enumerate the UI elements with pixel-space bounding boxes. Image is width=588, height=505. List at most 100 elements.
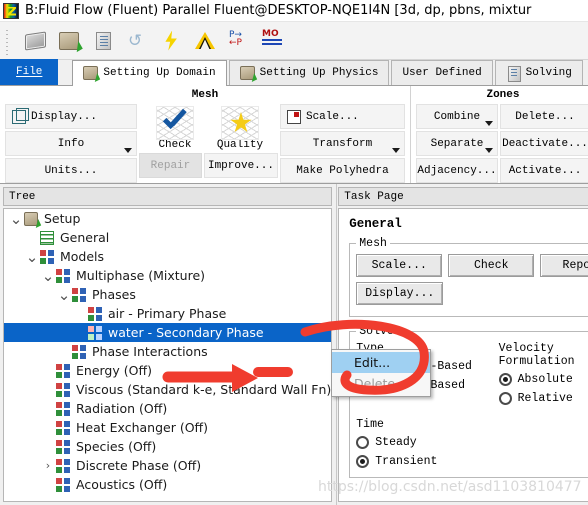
setup-icon (24, 211, 38, 226)
context-menu-item-delete: Delete (354, 376, 396, 391)
mesh-check-label: Check (158, 139, 192, 151)
zones-deactivate-button[interactable]: Deactivate... (500, 131, 588, 156)
report-quality-button[interactable]: Report (540, 254, 588, 277)
tree-node-label: Viscous (Standard k-e, Standard Wall Fn) (76, 382, 332, 397)
write-case-icon[interactable] (86, 26, 120, 56)
mesh-make-polyhedra-button[interactable]: Make Polyhedra (279, 158, 405, 183)
window-title: B:Fluid Flow (Fluent) Parallel Fluent@DE… (25, 3, 532, 18)
zones-adjacency-label: Adjacency... (417, 164, 497, 177)
parallel-icon[interactable] (222, 26, 256, 56)
tab-setting-up-domain[interactable]: Setting Up Domain (72, 60, 227, 86)
tree-node[interactable]: ⌄ Phases (4, 285, 331, 304)
zones-deactivate-label: Deactivate... (502, 137, 588, 150)
display-button[interactable]: Display... (356, 282, 444, 305)
models-icon (56, 458, 70, 473)
mesh-make-polyhedra-label: Make Polyhedra (296, 164, 389, 177)
context-menu-item-edit[interactable]: Edit... (332, 352, 430, 373)
zones-combine-button[interactable]: Combine (416, 104, 498, 129)
mesh-repair-button: Repair (138, 153, 202, 178)
tree-node[interactable]: Acoustics (Off) (4, 475, 331, 494)
tree-node[interactable]: ⌄ Setup (4, 209, 331, 228)
chevron-down-icon[interactable] (392, 148, 400, 153)
mesh-check-button[interactable]: Check (138, 103, 212, 152)
velocity-relative-label: Relative (517, 392, 573, 405)
tree-node-label: General (60, 230, 110, 245)
tree-node-label: Setup (44, 211, 81, 226)
chevron-down-icon[interactable]: ⌄ (40, 268, 56, 283)
tree-node[interactable]: Viscous (Standard k-e, Standard Wall Fn) (4, 380, 331, 399)
zones-adjacency-button[interactable]: Adjacency... (416, 158, 498, 183)
velocity-absolute-row[interactable]: Absolute (498, 370, 588, 389)
ribbon-group-zones-title: Zones (486, 89, 520, 101)
chevron-down-icon[interactable]: ⌄ (56, 287, 72, 302)
mesh-quality-label: Quality (216, 139, 264, 151)
mesh-transform-button[interactable]: Transform (279, 131, 405, 156)
scale-button[interactable]: Scale... (356, 254, 443, 277)
mesh-improve-button[interactable]: Improve... (203, 153, 278, 178)
mesh-scale-button[interactable]: Scale... (279, 104, 405, 129)
time-steady-row[interactable]: Steady (356, 433, 588, 452)
refresh-icon[interactable]: ↺ (120, 26, 154, 56)
chevron-down-icon[interactable] (485, 121, 493, 126)
chevron-down-icon[interactable] (123, 148, 132, 153)
chevron-right-icon[interactable]: › (40, 459, 56, 472)
chevron-down-icon[interactable] (485, 148, 493, 153)
chevron-down-icon[interactable]: ⌄ (8, 211, 24, 226)
mesh-display-button[interactable]: Display... (5, 104, 137, 129)
tab-file[interactable]: File (0, 59, 59, 85)
zones-delete-button[interactable]: Delete... (500, 104, 588, 129)
tree-node[interactable]: Phase Interactions (4, 342, 331, 361)
velocity-relative-row[interactable]: Relative (498, 389, 588, 408)
mesh-units-label: Units... (44, 164, 98, 177)
tree-node[interactable]: Species (Off) (4, 437, 331, 456)
mesh-quality-button[interactable]: Quality (203, 103, 277, 152)
radio-relative[interactable] (498, 392, 512, 405)
tree-node[interactable]: Radiation (Off) (4, 399, 331, 418)
zones-separate-button[interactable]: Separate (416, 131, 498, 156)
mesh-info-label: Info (57, 137, 85, 150)
tree-node[interactable]: Energy (Off) (4, 361, 331, 380)
time-label: Time (356, 418, 384, 431)
tree-node-label: Heat Exchanger (Off) (76, 420, 209, 435)
tree-node[interactable]: water - Secondary Phase (4, 323, 332, 342)
monitor-icon[interactable] (256, 26, 290, 56)
zones-combine-label: Combine (433, 110, 481, 123)
tree-node[interactable]: Heat Exchanger (Off) (4, 418, 331, 437)
toolbar-drag-handle[interactable] (4, 26, 12, 55)
check-button[interactable]: Check (448, 254, 535, 277)
models-icon (72, 344, 86, 359)
radio-transient[interactable] (356, 455, 370, 468)
tab-file-label: File (16, 66, 43, 78)
tree-panel: Tree ⌄ Setup General ⌄ Models ⌄ Multiphase (Mi… (0, 184, 336, 505)
tree-node[interactable]: air - Primary Phase (4, 304, 331, 323)
zones-activate-button[interactable]: Activate... (500, 158, 588, 183)
mesh-info-button[interactable]: Info (5, 131, 137, 156)
ansys-logo-icon[interactable] (188, 26, 222, 56)
tree-node[interactable]: ⌄ Multiphase (Mixture) (4, 266, 331, 285)
main-panels: Tree ⌄ Setup General ⌄ Models ⌄ Multiphase (Mi… (0, 184, 588, 505)
mesh-repair-label: Repair (150, 159, 191, 172)
tab-setting-up-physics[interactable]: Setting Up Physics (228, 60, 390, 85)
tree-node-label: Phase Interactions (92, 344, 208, 359)
time-transient-row[interactable]: Transient (356, 452, 588, 471)
radio-steady[interactable] (356, 436, 370, 449)
mesh-transform-label: Transform (312, 137, 373, 150)
tab-solving[interactable]: Solving (494, 60, 583, 85)
tree-panel-body[interactable]: ⌄ Setup General ⌄ Models ⌄ Multiphase (Mixture… (3, 208, 333, 502)
tree-node-label: Radiation (Off) (76, 401, 168, 416)
tab-solving-label: Solving (525, 67, 572, 79)
models-icon (88, 306, 102, 321)
tree-list: ⌄ Setup General ⌄ Models ⌄ Multiphase (Mixture… (4, 209, 332, 494)
tree-node[interactable]: › Discrete Phase (Off) (4, 456, 331, 475)
tab-user-defined[interactable]: User Defined (391, 60, 493, 85)
task-page-title: General (349, 217, 402, 231)
case-icon (239, 66, 255, 80)
tree-node[interactable]: ⌄ Models (4, 247, 331, 266)
tree-node[interactable]: General (4, 228, 331, 247)
read-case-icon[interactable] (52, 26, 86, 56)
read-mesh-icon[interactable] (18, 26, 52, 56)
initialize-icon[interactable] (154, 26, 188, 56)
chevron-down-icon[interactable]: ⌄ (24, 249, 40, 264)
mesh-units-button[interactable]: Units... (5, 158, 137, 183)
radio-absolute[interactable] (498, 373, 512, 386)
